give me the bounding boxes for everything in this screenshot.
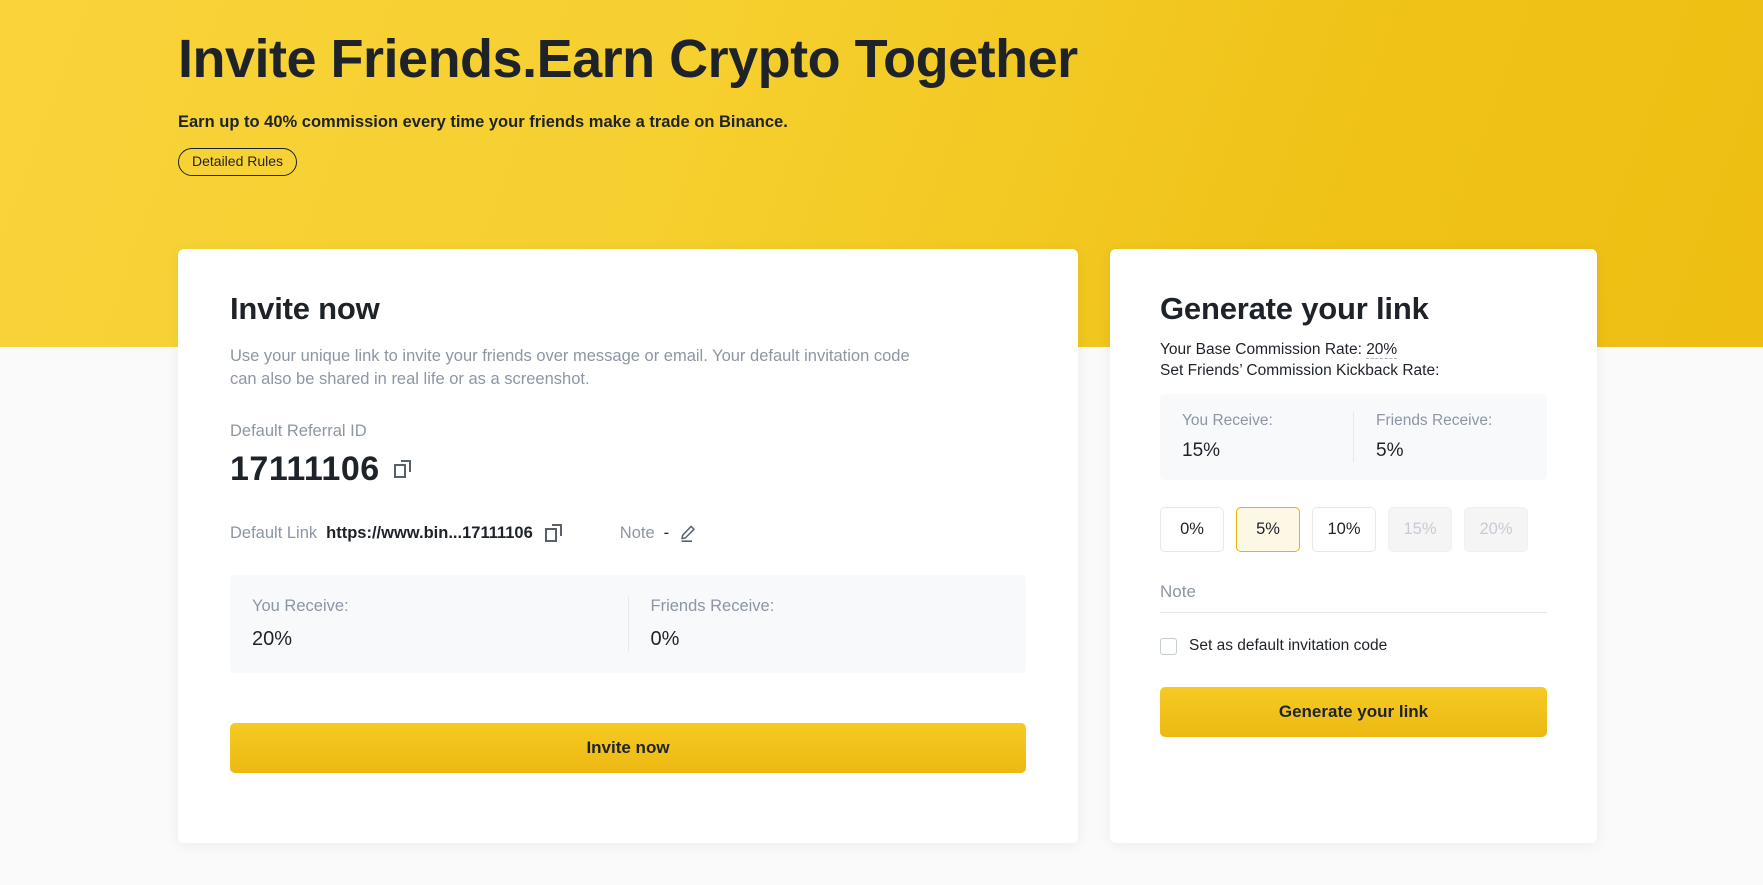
friends-receive-value: 0% <box>650 627 680 650</box>
edit-note-icon[interactable] <box>678 524 697 543</box>
page-title: Invite Friends.Earn Crypto Together <box>178 29 1078 89</box>
generate-receive-summary: You Receive: 15% Friends Receive: 5% <box>1160 394 1547 480</box>
detailed-rules-button[interactable]: Detailed Rules <box>178 147 298 176</box>
kickback-rate-option-20pct: 20% <box>1464 507 1528 552</box>
referral-id-label: Default Referral ID <box>230 421 367 440</box>
note-input[interactable] <box>1160 578 1547 613</box>
you-receive-label: You Receive: <box>252 596 349 615</box>
note-group: Note - <box>620 524 697 543</box>
invite-card-description: Use your unique link to invite your frie… <box>230 347 910 389</box>
generate-card-content: Generate your link Your Base Commission … <box>1110 249 1597 737</box>
hero-content: Invite Friends.Earn Crypto Together Earn… <box>178 0 1598 176</box>
invite-receive-summary: You Receive: 20% Friends Receive: 0% <box>230 574 1027 673</box>
you-receive-value: 20% <box>252 627 293 650</box>
base-commission-rate-line: Your Base Commission Rate: 20% <box>1160 341 1547 359</box>
generate-link-button[interactable]: Generate your link <box>1160 687 1547 737</box>
default-invitation-code-row: Set as default invitation code <box>1160 637 1547 655</box>
you-receive-column: You Receive: 20% <box>230 597 628 651</box>
kickback-rate-option-5pct[interactable]: 5% <box>1236 507 1300 552</box>
friends-receive-value: 5% <box>1376 440 1404 461</box>
referral-id-row: 17111106 <box>230 452 1026 486</box>
kickback-rate-label: Set Friends’ Commission Kickback Rate: <box>1160 362 1440 379</box>
default-link-row: Default Link https://www.bin...17111106 … <box>230 524 1026 543</box>
kickback-rate-option-15pct: 15% <box>1388 507 1452 552</box>
friends-receive-label: Friends Receive: <box>650 596 775 615</box>
note-value: - <box>663 523 670 542</box>
friends-receive-column: Friends Receive: 0% <box>627 596 1027 651</box>
you-receive-column: You Receive: 15% <box>1160 412 1353 462</box>
copy-referral-id-icon[interactable] <box>393 459 411 478</box>
kickback-rate-options: 0% 5% 10% 15% 20% <box>1160 507 1547 552</box>
you-receive-label: You Receive: <box>1182 412 1273 429</box>
you-receive-value: 15% <box>1182 440 1221 461</box>
set-default-invitation-code-label[interactable]: Set as default invitation code <box>1189 637 1387 655</box>
kickback-rate-option-10pct[interactable]: 10% <box>1312 507 1376 552</box>
invite-now-card: Invite now Use your unique link to invit… <box>178 249 1078 843</box>
set-default-invitation-code-checkbox[interactable] <box>1160 637 1177 655</box>
note-input-wrapper <box>1160 578 1547 613</box>
generate-card-title: Generate your link <box>1160 291 1429 326</box>
default-link-value: https://www.bin...17111106 <box>326 523 533 542</box>
pencil-glyph <box>681 525 695 542</box>
base-rate-value[interactable]: 20% <box>1366 341 1398 359</box>
invite-card-title: Invite now <box>230 291 380 326</box>
invite-card-content: Invite now Use your unique link to invit… <box>178 249 1078 773</box>
referral-page: Invite Friends.Earn Crypto Together Earn… <box>0 0 1763 885</box>
invite-now-button[interactable]: Invite now <box>230 722 1026 773</box>
copy-default-link-icon[interactable] <box>544 524 562 543</box>
note-label: Note <box>619 523 655 542</box>
friends-receive-column: Friends Receive: 5% <box>1353 412 1547 462</box>
default-link-label: Default Link <box>230 523 318 542</box>
base-rate-prefix: Your Base Commission Rate: <box>1160 341 1367 358</box>
kickback-rate-option-0pct[interactable]: 0% <box>1160 507 1224 552</box>
generate-link-card: Generate your link Your Base Commission … <box>1110 249 1597 843</box>
hero-subtitle: Earn up to 40% commission every time you… <box>178 112 788 131</box>
friends-receive-label: Friends Receive: <box>1376 412 1493 429</box>
referral-id-value: 17111106 <box>230 449 380 488</box>
